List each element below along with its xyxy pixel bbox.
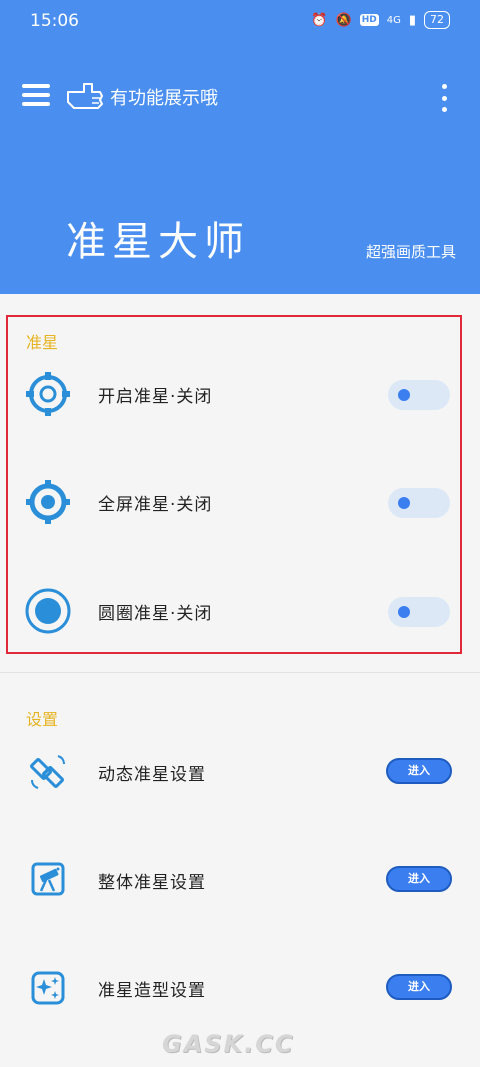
section-title-settings: 设置 xyxy=(26,710,59,729)
crosshair-style-label: 准星造型设置 xyxy=(98,981,206,1001)
highlight-frame xyxy=(6,315,462,654)
list-item[interactable]: 动态准星设置 进入 xyxy=(0,738,480,798)
overall-crosshair-label: 整体准星设置 xyxy=(98,873,206,893)
watermark: GASK.CC xyxy=(162,1030,295,1058)
signal-label: 4G xyxy=(386,14,401,26)
hd-badge: HD xyxy=(359,14,379,26)
dynamic-crosshair-enter-button[interactable]: 进入 xyxy=(386,758,452,784)
list-item[interactable]: 准星造型设置 进入 xyxy=(0,954,480,1014)
settings-section: 设置 动态准星设置 进入 整体准星设置 进入 准星造型设置 进入 xyxy=(0,690,480,1030)
signal-bars-icon: ▮ xyxy=(408,12,416,28)
status-bar: 15:06 ⏰ 🔕 HD 4G ▮ 72 xyxy=(0,0,480,44)
hero-title: 准星大师 xyxy=(66,219,250,265)
section-divider xyxy=(0,672,480,673)
overall-crosshair-enter-button[interactable]: 进入 xyxy=(386,866,452,892)
mute-bell-icon: 🔕 xyxy=(335,12,352,28)
menu-icon[interactable] xyxy=(22,84,50,108)
status-icons: ⏰ 🔕 HD 4G ▮ 72 xyxy=(311,11,450,29)
pointing-hand-icon xyxy=(67,83,103,109)
list-item[interactable]: 整体准星设置 进入 xyxy=(0,846,480,906)
hero-subtitle: 超强画质工具 xyxy=(365,243,456,261)
dynamic-crosshair-label: 动态准星设置 xyxy=(98,765,206,785)
crosshair-style-enter-button[interactable]: 进入 xyxy=(386,974,452,1000)
app-header: 有功能展示哦 准星大师 超强画质工具 xyxy=(0,44,480,294)
telescope-icon xyxy=(31,862,65,896)
satellite-icon xyxy=(30,755,65,789)
status-time: 15:06 xyxy=(30,11,79,31)
sparkle-icon xyxy=(31,971,65,1005)
app-title: 有功能展示哦 xyxy=(110,88,218,109)
more-options-icon[interactable] xyxy=(438,84,450,112)
alarm-icon: ⏰ xyxy=(311,12,328,28)
battery-indicator: 72 xyxy=(424,11,450,29)
